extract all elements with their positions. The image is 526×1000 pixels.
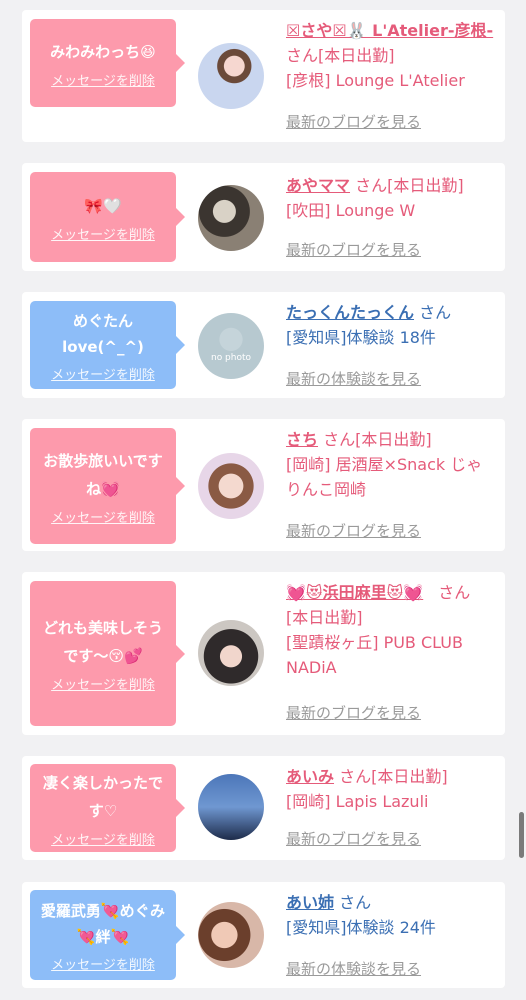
latest-review-link[interactable]: 最新の体験談を見る xyxy=(286,958,421,979)
list-item: みわみわっち😆 メッセージを削除 ☒さや☒🐰 L'Atelier-彦根- さん[… xyxy=(22,10,505,142)
message-text: お散歩旅いいですね💓 xyxy=(43,451,163,498)
review-count: [愛知県]体験談 18件 xyxy=(286,328,436,347)
message-text: どれも美味しそうです〜😚💕 xyxy=(42,619,163,665)
honorific: さん xyxy=(334,893,372,912)
work-status: [本日出勤] xyxy=(286,608,363,627)
avatar[interactable] xyxy=(198,902,264,968)
list-item: 🎀🤍 メッセージを削除 あやママ さん[本日出勤] [吹田] Lounge W … xyxy=(22,163,505,271)
delete-message-link[interactable]: メッセージを削除 xyxy=(51,364,155,383)
profile-name-link[interactable]: 💓😻浜田麻里😻💓 xyxy=(286,583,423,602)
honorific-status: さん[本日出勤] xyxy=(286,46,395,65)
profile-info: ☒さや☒🐰 L'Atelier-彦根- さん[本日出勤] [彦根] Lounge… xyxy=(286,18,498,93)
message-bubble: 🎀🤍 メッセージを削除 xyxy=(30,172,185,262)
list-item: 凄く楽しかったです♡ メッセージを削除 あいみ さん[本日出勤] [岡崎] La… xyxy=(22,756,505,860)
delete-message-link[interactable]: メッセージを削除 xyxy=(51,829,155,848)
avatar[interactable] xyxy=(198,620,264,686)
profile-name-link[interactable]: さち xyxy=(286,430,318,449)
avatar[interactable] xyxy=(198,43,264,109)
message-bubble: みわみわっち😆 メッセージを削除 xyxy=(30,19,185,107)
shop-detail: [聖蹟桜ヶ丘] PUB CLUB NADiA xyxy=(286,633,463,677)
profile-name-link[interactable]: あいみ xyxy=(286,767,334,786)
profile-info: たっくんたっくん さん [愛知県]体験談 18件 xyxy=(286,300,498,350)
latest-blog-link[interactable]: 最新のブログを見る xyxy=(286,702,421,723)
delete-message-link[interactable]: メッセージを削除 xyxy=(51,224,155,243)
message-text: 凄く楽しかったです♡ xyxy=(42,773,163,820)
delete-message-link[interactable]: メッセージを削除 xyxy=(51,674,155,693)
list-item: めぐたん love(^_^) メッセージを削除 no photo たっくんたっく… xyxy=(22,292,505,398)
profile-info: あい姉 さん [愛知県]体験談 24件 xyxy=(286,890,498,940)
profile-info: あやママ さん[本日出勤] [吹田] Lounge W xyxy=(286,173,498,223)
profile-info: あいみ さん[本日出勤] [岡崎] Lapis Lazuli xyxy=(286,764,498,814)
profile-name-link[interactable]: ☒さや☒🐰 L'Atelier-彦根- xyxy=(286,21,493,40)
latest-review-link[interactable]: 最新の体験談を見る xyxy=(286,368,421,389)
message-bubble: お散歩旅いいですね💓 メッセージを削除 xyxy=(30,428,185,544)
avatar[interactable]: no photo xyxy=(198,313,264,379)
message-bubble: めぐたん love(^_^) メッセージを削除 xyxy=(30,301,185,389)
latest-blog-link[interactable]: 最新のブログを見る xyxy=(286,239,421,260)
message-bubble: どれも美味しそうです〜😚💕 メッセージを削除 xyxy=(30,581,185,726)
scrollbar-thumb[interactable] xyxy=(519,812,524,858)
latest-blog-link[interactable]: 最新のブログを見る xyxy=(286,520,421,541)
shop-detail: [岡崎] 居酒屋×Snack じゃりんこ岡崎 xyxy=(286,455,483,499)
delete-message-link[interactable]: メッセージを削除 xyxy=(51,507,155,526)
message-text: みわみわっち😆 xyxy=(50,42,156,61)
review-count: [愛知県]体験談 24件 xyxy=(286,918,436,937)
honorific: さん xyxy=(414,303,452,322)
message-text: めぐたん love(^_^) xyxy=(62,311,144,356)
message-text: 🎀🤍 xyxy=(84,196,122,215)
list-item: どれも美味しそうです〜😚💕 メッセージを削除 💓😻浜田麻里😻💓 さん [本日出勤… xyxy=(22,572,505,735)
honorific: さん xyxy=(433,583,471,602)
list-item: お散歩旅いいですね💓 メッセージを削除 さち さん[本日出勤] [岡崎] 居酒屋… xyxy=(22,419,505,551)
no-photo-label: no photo xyxy=(210,353,252,363)
list-item: 愛羅武勇💘めぐみ💘絆💘 メッセージを削除 あい姉 さん [愛知県]体験談 24件… xyxy=(22,882,505,988)
message-bubble: 愛羅武勇💘めぐみ💘絆💘 メッセージを削除 xyxy=(30,890,185,980)
avatar[interactable] xyxy=(198,185,264,251)
honorific-status: さん[本日出勤] xyxy=(350,176,464,195)
delete-message-link[interactable]: メッセージを削除 xyxy=(51,70,155,89)
message-bubble: 凄く楽しかったです♡ メッセージを削除 xyxy=(30,764,185,852)
avatar[interactable] xyxy=(198,774,264,840)
shop-detail: [吹田] Lounge W xyxy=(286,201,416,220)
profile-name-link[interactable]: あい姉 xyxy=(286,893,334,912)
profile-name-link[interactable]: たっくんたっくん xyxy=(286,303,414,322)
latest-blog-link[interactable]: 最新のブログを見る xyxy=(286,828,421,849)
honorific-status: さん[本日出勤] xyxy=(318,430,432,449)
profile-info: 💓😻浜田麻里😻💓 さん [本日出勤] [聖蹟桜ヶ丘] PUB CLUB NADi… xyxy=(286,580,506,680)
message-text: 愛羅武勇💘めぐみ💘絆💘 xyxy=(40,901,166,946)
profile-info: さち さん[本日出勤] [岡崎] 居酒屋×Snack じゃりんこ岡崎 xyxy=(286,427,498,502)
honorific-status: さん[本日出勤] xyxy=(334,767,448,786)
latest-blog-link[interactable]: 最新のブログを見る xyxy=(286,111,421,132)
shop-detail: [岡崎] Lapis Lazuli xyxy=(286,792,429,811)
shop-detail: [彦根] Lounge L'Atelier xyxy=(286,71,465,90)
delete-message-link[interactable]: メッセージを削除 xyxy=(51,954,155,973)
avatar[interactable] xyxy=(198,453,264,519)
profile-name-link[interactable]: あやママ xyxy=(286,176,350,195)
